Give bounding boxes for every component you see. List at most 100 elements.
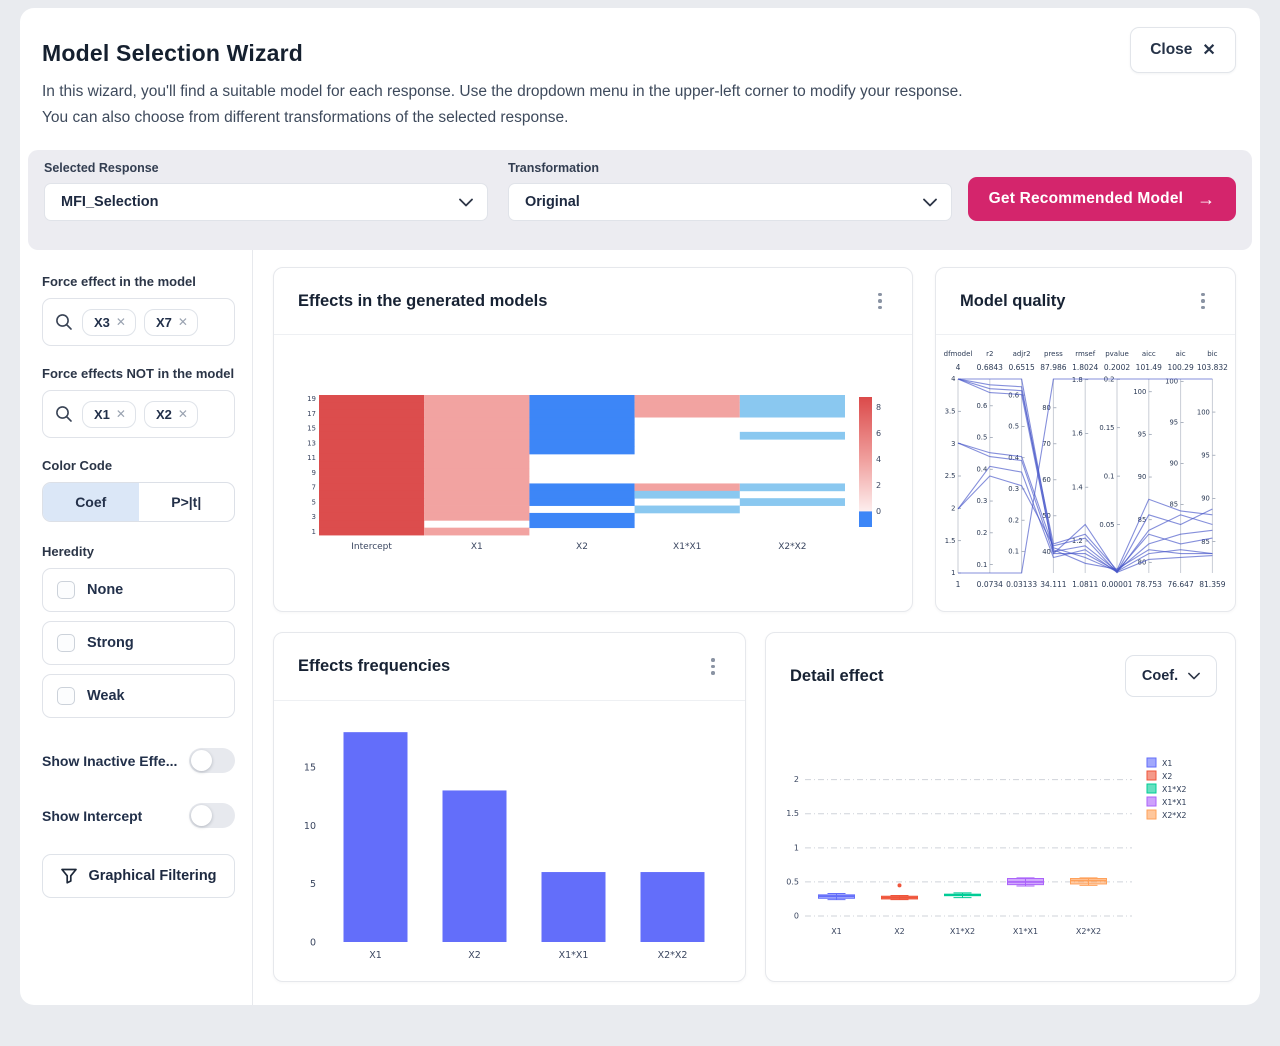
svg-text:4: 4 bbox=[876, 455, 881, 464]
search-icon bbox=[54, 404, 74, 424]
force-out-input[interactable]: X1✕ X2✕ bbox=[42, 390, 235, 438]
close-icon: ✕ bbox=[1202, 40, 1215, 60]
chip-x7[interactable]: X7✕ bbox=[144, 309, 198, 336]
svg-text:0.6: 0.6 bbox=[1008, 391, 1019, 399]
svg-text:aicc: aicc bbox=[1141, 350, 1155, 358]
svg-text:5: 5 bbox=[309, 879, 315, 890]
filters-sidebar: Force effect in the model X3✕ X7✕ Force … bbox=[20, 250, 253, 1005]
svg-text:1.5: 1.5 bbox=[944, 537, 955, 545]
svg-text:6: 6 bbox=[876, 429, 881, 438]
svg-text:13: 13 bbox=[307, 439, 316, 447]
get-recommended-model-button[interactable]: Get Recommended Model → bbox=[968, 177, 1236, 221]
detail-effect-box-chart[interactable]: 00.511.52X1X2X1*X2X1*X1X2*X2X1X2X1*X2X1*… bbox=[775, 744, 1227, 956]
chip-x2[interactable]: X2✕ bbox=[144, 401, 198, 428]
svg-text:87.986: 87.986 bbox=[1040, 363, 1066, 372]
model-quality-parallel-chart[interactable]: dfmodel4143.532.521.51r20.68430.07340.60… bbox=[942, 347, 1230, 599]
selected-response-dropdown[interactable]: MFI_Selection bbox=[44, 183, 488, 221]
svg-text:81.359: 81.359 bbox=[1199, 580, 1225, 589]
svg-text:76.647: 76.647 bbox=[1167, 580, 1193, 589]
svg-text:100: 100 bbox=[1133, 388, 1146, 396]
checkbox-icon[interactable] bbox=[57, 634, 75, 652]
svg-text:X2: X2 bbox=[468, 950, 481, 961]
detail-effect-title: Detail effect bbox=[790, 667, 884, 686]
svg-text:0.03133: 0.03133 bbox=[1006, 580, 1037, 589]
svg-text:1.8024: 1.8024 bbox=[1072, 363, 1098, 372]
detail-effect-metric-dropdown[interactable]: Coef. bbox=[1125, 655, 1217, 697]
toggle-knob bbox=[191, 805, 212, 826]
kebab-menu-icon[interactable] bbox=[866, 287, 894, 315]
svg-text:100.29: 100.29 bbox=[1167, 363, 1193, 372]
model-selection-wizard-panel: Model Selection Wizard In this wizard, y… bbox=[20, 8, 1260, 1005]
checkbox-icon[interactable] bbox=[57, 581, 75, 599]
chip-remove-icon[interactable]: ✕ bbox=[178, 315, 188, 329]
svg-text:2: 2 bbox=[876, 481, 881, 490]
response-controls-strip: Selected Response MFI_Selection Transfor… bbox=[28, 150, 1252, 250]
svg-text:1: 1 bbox=[955, 580, 960, 589]
svg-text:1.6: 1.6 bbox=[1071, 430, 1082, 438]
svg-text:78.753: 78.753 bbox=[1135, 580, 1161, 589]
svg-text:aic: aic bbox=[1175, 350, 1185, 358]
filter-funnel-icon bbox=[60, 867, 78, 885]
svg-text:press: press bbox=[1044, 350, 1063, 358]
svg-text:X2: X2 bbox=[1162, 772, 1172, 781]
color-code-option-coef[interactable]: Coef bbox=[43, 483, 139, 521]
svg-text:rmsef: rmsef bbox=[1075, 350, 1096, 358]
kebab-menu-icon[interactable] bbox=[699, 653, 727, 681]
close-button[interactable]: Close ✕ bbox=[1130, 27, 1236, 73]
checkbox-icon[interactable] bbox=[57, 687, 75, 705]
effects-in-models-title: Effects in the generated models bbox=[298, 292, 547, 311]
svg-text:1.5: 1.5 bbox=[786, 809, 799, 818]
svg-text:0.3: 0.3 bbox=[976, 497, 987, 505]
svg-text:11: 11 bbox=[307, 454, 316, 462]
show-inactive-effects-row: Show Inactive Effe... bbox=[42, 748, 235, 773]
svg-text:90: 90 bbox=[1169, 460, 1178, 468]
chip-remove-icon[interactable]: ✕ bbox=[178, 407, 188, 421]
effects-in-models-card: Effects in the generated models 19171513… bbox=[273, 267, 913, 612]
show-inactive-effects-toggle[interactable] bbox=[189, 748, 235, 773]
svg-text:1.8: 1.8 bbox=[1071, 376, 1082, 384]
svg-text:2: 2 bbox=[951, 505, 955, 513]
search-icon bbox=[54, 312, 74, 332]
svg-text:0.6515: 0.6515 bbox=[1008, 363, 1034, 372]
effects-heatmap-chart[interactable]: 191715131197531InterceptX1X2X1*X1X2*X286… bbox=[293, 387, 893, 559]
svg-text:1: 1 bbox=[793, 843, 798, 852]
svg-text:7: 7 bbox=[312, 484, 316, 492]
kebab-menu-icon[interactable] bbox=[1189, 287, 1217, 315]
transformation-dropdown[interactable]: Original bbox=[508, 183, 952, 221]
chip-remove-icon[interactable]: ✕ bbox=[116, 407, 126, 421]
svg-text:X2*X2: X2*X2 bbox=[1075, 927, 1100, 936]
chip-x1[interactable]: X1✕ bbox=[82, 401, 136, 428]
svg-text:0.1: 0.1 bbox=[1008, 548, 1019, 556]
show-intercept-toggle[interactable] bbox=[189, 803, 235, 828]
effects-frequencies-bar-chart[interactable]: 051015X1X2X1*X1X2*X2 bbox=[290, 710, 730, 972]
color-code-option-pvalue[interactable]: P>|t| bbox=[139, 483, 235, 521]
svg-text:1.4: 1.4 bbox=[1071, 483, 1082, 491]
force-in-input[interactable]: X3✕ X7✕ bbox=[42, 298, 235, 346]
svg-text:Intercept: Intercept bbox=[351, 542, 392, 552]
svg-text:0.5: 0.5 bbox=[1008, 423, 1019, 431]
heredity-label: Heredity bbox=[42, 544, 235, 559]
graphical-filtering-button[interactable]: Graphical Filtering bbox=[42, 854, 235, 898]
chip-remove-icon[interactable]: ✕ bbox=[116, 315, 126, 329]
svg-text:X1: X1 bbox=[471, 542, 483, 552]
chip-x3[interactable]: X3✕ bbox=[82, 309, 136, 336]
svg-text:0: 0 bbox=[793, 912, 798, 921]
svg-text:0.1: 0.1 bbox=[976, 561, 987, 569]
selected-response-field: Selected Response MFI_Selection bbox=[44, 161, 488, 221]
heredity-option-strong[interactable]: Strong bbox=[42, 621, 235, 665]
heredity-option-weak[interactable]: Weak bbox=[42, 674, 235, 718]
svg-text:0.3: 0.3 bbox=[1008, 485, 1019, 493]
svg-text:0.5: 0.5 bbox=[786, 877, 799, 886]
chevron-down-icon bbox=[1188, 672, 1200, 680]
model-quality-title: Model quality bbox=[960, 292, 1065, 311]
charts-area: Effects in the generated models 19171513… bbox=[253, 250, 1260, 1005]
detail-effect-card: Detail effect Coef. 00.511.52X1X2X1*X2X1… bbox=[765, 632, 1236, 982]
svg-text:1: 1 bbox=[312, 528, 316, 536]
svg-text:X1: X1 bbox=[1162, 759, 1172, 768]
heredity-option-none[interactable]: None bbox=[42, 568, 235, 612]
svg-text:X1*X2: X1*X2 bbox=[949, 927, 974, 936]
svg-text:101.49: 101.49 bbox=[1135, 363, 1161, 372]
transformation-field: Transformation Original bbox=[508, 161, 952, 221]
svg-text:bic: bic bbox=[1207, 350, 1217, 358]
svg-text:0.05: 0.05 bbox=[1099, 521, 1114, 529]
